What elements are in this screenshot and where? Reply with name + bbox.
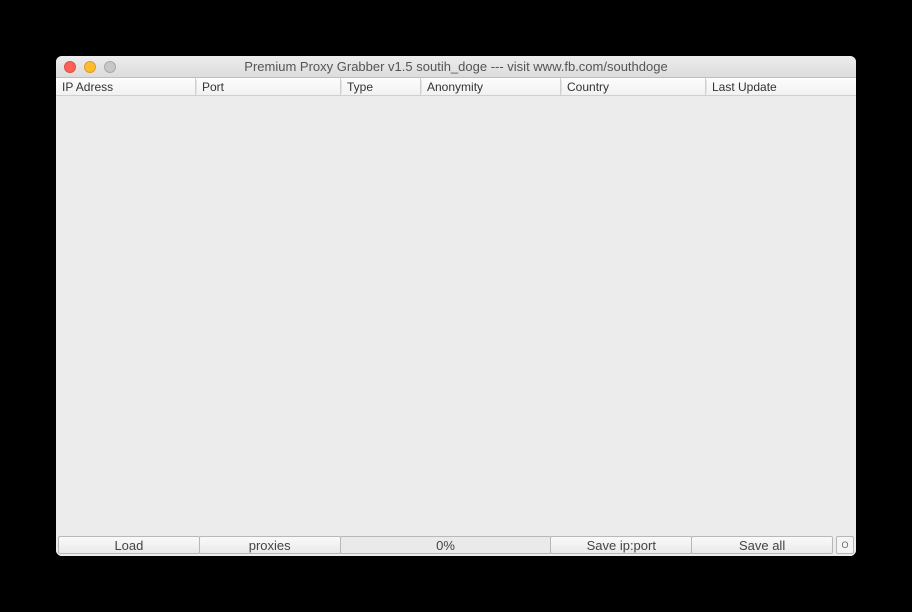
footer-toolbar: Load proxies 0% Save ip:port Save all O [56,536,856,556]
column-country[interactable]: Country [561,78,706,95]
load-button[interactable]: Load [58,536,200,554]
table-header: IP Adress Port Type Anonymity Country La… [56,78,856,96]
save-all-button[interactable]: Save all [691,536,833,554]
app-window: Premium Proxy Grabber v1.5 soutih_doge -… [56,56,856,556]
zoom-icon[interactable] [104,61,116,73]
column-ip-address[interactable]: IP Adress [56,78,196,95]
proxies-label: proxies [199,536,341,554]
minimize-icon[interactable] [84,61,96,73]
window-controls [64,61,116,73]
proxy-list[interactable] [56,96,856,536]
titlebar: Premium Proxy Grabber v1.5 soutih_doge -… [56,56,856,78]
window-title: Premium Proxy Grabber v1.5 soutih_doge -… [56,59,856,74]
column-anonymity[interactable]: Anonymity [421,78,561,95]
close-icon[interactable] [64,61,76,73]
status-indicator[interactable]: O [836,536,854,554]
save-ip-port-button[interactable]: Save ip:port [550,536,692,554]
column-port[interactable]: Port [196,78,341,95]
progress-bar: 0% [340,536,552,554]
column-type[interactable]: Type [341,78,421,95]
column-last-update[interactable]: Last Update [706,78,856,95]
